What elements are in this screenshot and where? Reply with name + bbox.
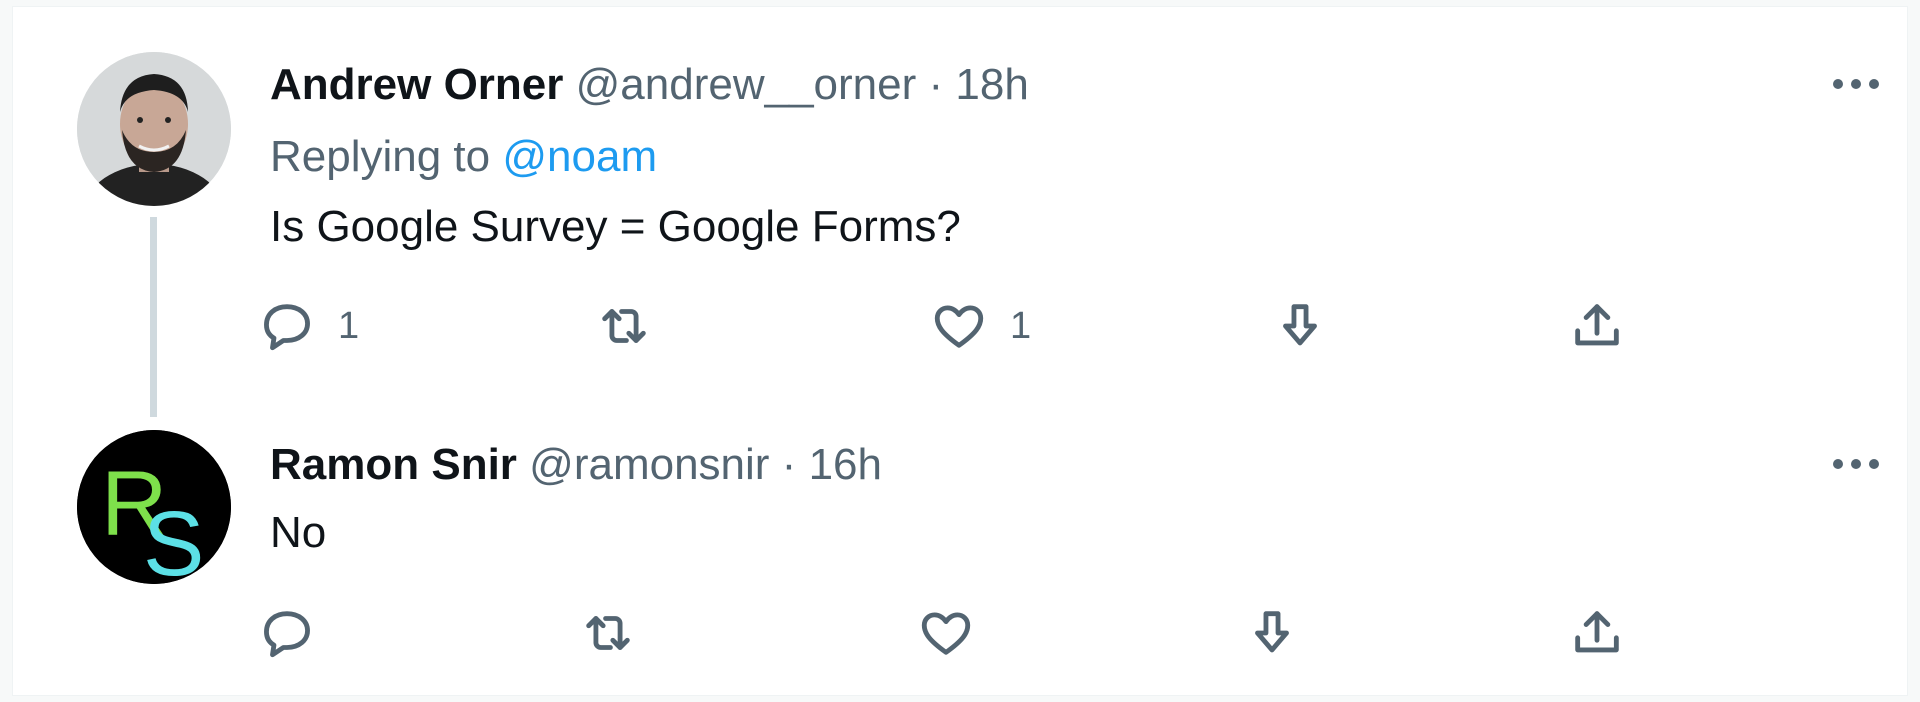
share-button[interactable] bbox=[1568, 604, 1626, 662]
like-icon bbox=[921, 612, 971, 655]
tweet-thread-card: Andrew Orner @andrew__orner · 18h Replyi… bbox=[12, 6, 1908, 696]
like-button[interactable]: 1 bbox=[930, 297, 1031, 355]
reply-icon bbox=[264, 611, 310, 658]
retweet-icon bbox=[586, 616, 630, 650]
share-icon bbox=[1575, 611, 1619, 653]
tweet-header: Ramon Snir @ramonsnir · 16h bbox=[270, 435, 1867, 495]
share-button[interactable] bbox=[1568, 297, 1626, 355]
more-options-icon[interactable] bbox=[1828, 74, 1884, 94]
download-button[interactable] bbox=[1243, 604, 1301, 662]
mention-link[interactable]: @noam bbox=[502, 132, 657, 181]
download-icon bbox=[1283, 304, 1317, 346]
share-icon bbox=[1575, 304, 1619, 346]
more-options-icon[interactable] bbox=[1828, 454, 1884, 474]
retweet-button[interactable] bbox=[595, 297, 653, 355]
download-icon bbox=[1255, 611, 1289, 653]
logo-letter-s: S bbox=[143, 493, 204, 584]
monogram-logo: R S bbox=[77, 430, 231, 584]
replying-prefix: Replying to bbox=[270, 132, 491, 181]
avatar-andrew-orner[interactable] bbox=[77, 52, 231, 206]
tweet-text: Is Google Survey = Google Forms? bbox=[270, 202, 961, 251]
avatar-ramon-snir[interactable]: R S bbox=[77, 430, 231, 584]
tweet-ramon-snir[interactable]: Ramon Snir @ramonsnir · 16h No bbox=[270, 435, 1867, 563]
retweet-icon bbox=[602, 309, 646, 343]
separator-dot: · bbox=[781, 440, 797, 489]
tweet-time[interactable]: 16h bbox=[809, 440, 882, 489]
replying-to-line: Replying to @noam bbox=[270, 127, 1867, 187]
like-count: 1 bbox=[1010, 304, 1032, 347]
tweet-header: Andrew Orner @andrew__orner · 18h bbox=[270, 55, 1867, 115]
like-button[interactable] bbox=[917, 604, 975, 662]
author-handle[interactable]: @andrew__orner bbox=[576, 60, 917, 109]
download-button[interactable] bbox=[1271, 297, 1329, 355]
thread-connector-line bbox=[150, 217, 157, 417]
author-handle[interactable]: @ramonsnir bbox=[529, 440, 769, 489]
reply-button[interactable] bbox=[258, 604, 316, 662]
like-icon bbox=[934, 305, 984, 348]
reply-button[interactable]: 1 bbox=[258, 297, 359, 355]
tweet-andrew-orner[interactable]: Andrew Orner @andrew__orner · 18h Replyi… bbox=[270, 55, 1867, 257]
reply-icon bbox=[264, 304, 310, 351]
separator-dot: · bbox=[928, 60, 944, 109]
author-name[interactable]: Ramon Snir bbox=[270, 440, 517, 489]
reply-count: 1 bbox=[338, 304, 360, 347]
tweet-time[interactable]: 18h bbox=[955, 60, 1028, 109]
retweet-button[interactable] bbox=[579, 604, 637, 662]
author-name[interactable]: Andrew Orner bbox=[270, 60, 563, 109]
portrait-image bbox=[77, 52, 231, 206]
tweet-text: No bbox=[270, 508, 327, 557]
